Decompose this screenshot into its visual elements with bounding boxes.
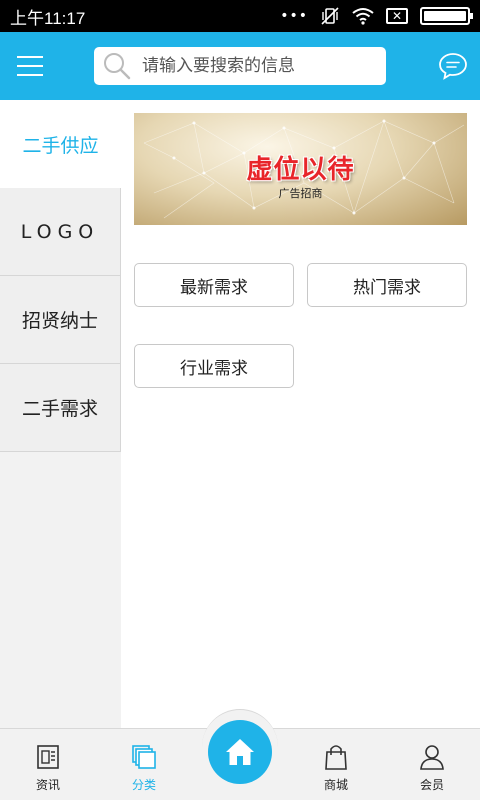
industry-demand-button[interactable]: 行业需求 — [134, 344, 294, 388]
menu-icon-line — [17, 65, 43, 67]
latest-demand-button[interactable]: 最新需求 — [134, 263, 294, 307]
menu-icon-line — [17, 56, 43, 58]
home-icon — [226, 739, 254, 765]
hot-demand-button[interactable]: 热门需求 — [307, 263, 467, 307]
wifi-icon — [352, 8, 374, 25]
sidebar-item-used-demand[interactable]: 二手需求 — [0, 364, 121, 452]
tab-label: 分类 — [131, 778, 156, 792]
tab-mall[interactable]: 商城 — [288, 729, 384, 800]
menu-button[interactable] — [0, 32, 60, 100]
shopping-bag-icon — [325, 745, 347, 770]
message-icon[interactable] — [438, 51, 468, 81]
sidebar-item-label: 二手需求 — [21, 398, 98, 420]
header-bar — [0, 32, 480, 100]
user-icon — [420, 745, 444, 770]
sidebar-item-used-supply[interactable]: 二手供应 — [0, 100, 121, 188]
category-sidebar: 二手供应 LOGO 招贤纳士 二手需求 — [0, 100, 121, 728]
sidebar-item-recruitment[interactable]: 招贤纳士 — [0, 276, 121, 364]
sidebar-item-label: LOGO — [20, 220, 100, 243]
tab-label: 资讯 — [35, 778, 60, 792]
category-icon — [132, 745, 156, 769]
tab-label: 商城 — [323, 778, 348, 792]
banner-subtitle: 广告招商 — [278, 187, 323, 200]
tab-category[interactable]: 分类 — [96, 729, 192, 800]
category-content: 虚位以待 广告招商 最新需求 热门需求 行业需求 — [121, 100, 480, 728]
tab-label: 会员 — [419, 778, 444, 792]
tab-news[interactable]: 资讯 — [0, 729, 96, 800]
search-box[interactable] — [94, 47, 386, 85]
tab-member[interactable]: 会员 — [384, 729, 480, 800]
no-sim-icon: ✕ — [386, 8, 408, 24]
sidebar-item-logo[interactable]: LOGO — [0, 188, 121, 276]
banner-title: 虚位以待 — [246, 155, 355, 185]
news-icon — [37, 745, 59, 769]
battery-icon — [420, 7, 473, 25]
search-input[interactable] — [142, 56, 372, 76]
status-bar: 上午11:17 ••• ✕ — [0, 0, 480, 32]
notification-dots-icon: ••• — [280, 8, 308, 24]
sidebar-item-label: 二手供应 — [22, 134, 99, 157]
search-icon — [104, 53, 131, 80]
ad-banner[interactable]: 虚位以待 广告招商 — [134, 113, 467, 225]
home-button[interactable] — [208, 720, 272, 784]
menu-icon-line — [17, 74, 43, 76]
vibrate-mute-icon — [321, 7, 339, 25]
sidebar-item-label: 招贤纳士 — [21, 310, 98, 332]
status-time: 上午11:17 — [10, 8, 86, 28]
